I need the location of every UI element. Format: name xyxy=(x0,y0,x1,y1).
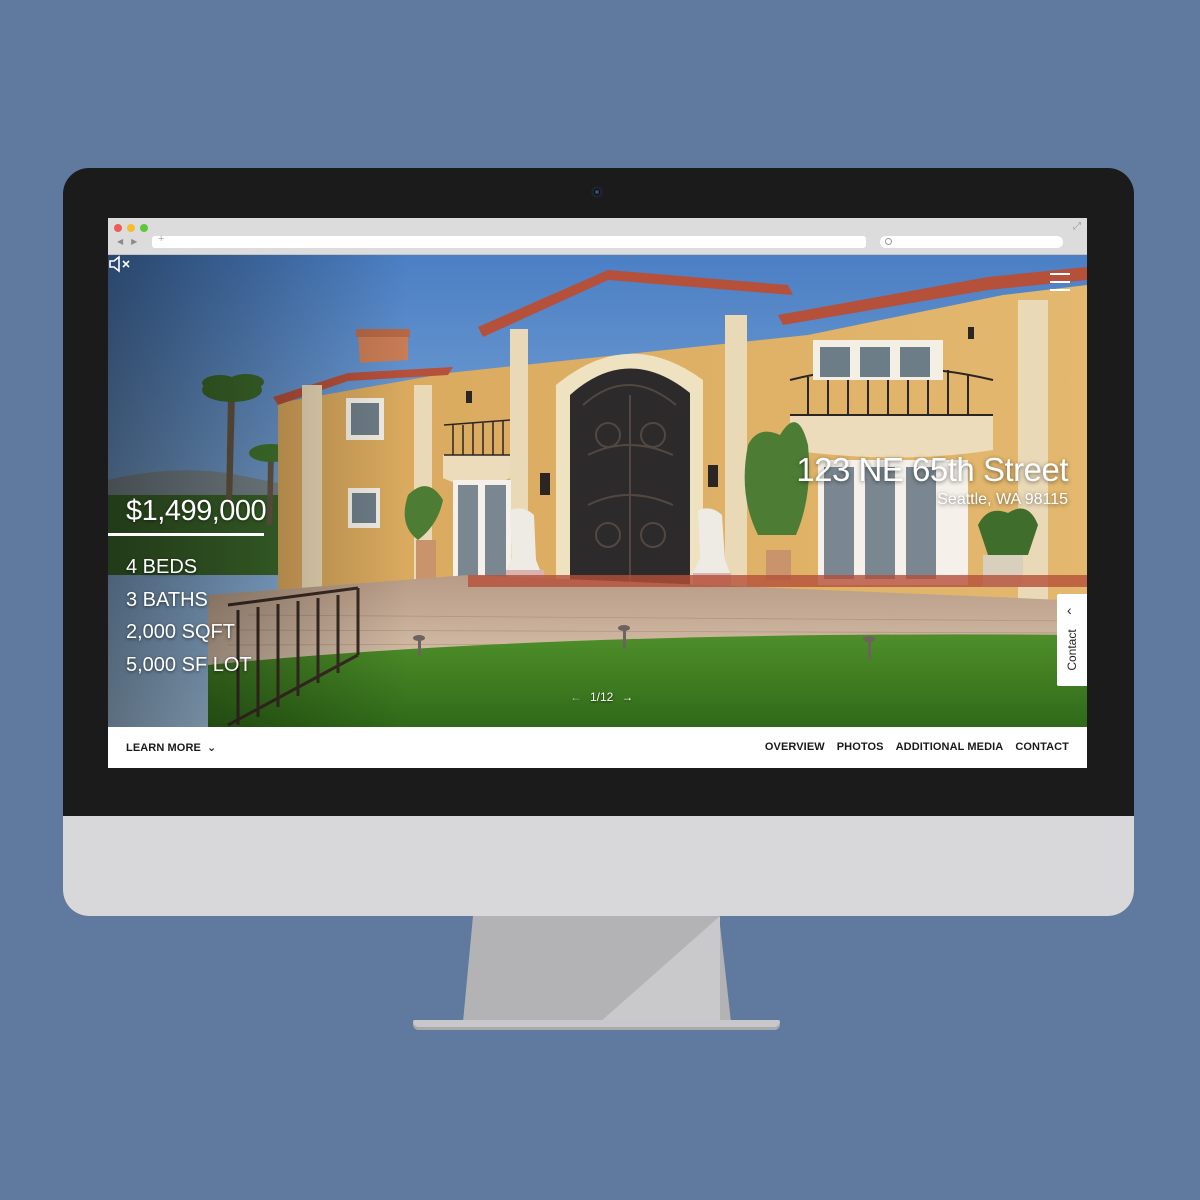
photo-counter-text: 1/12 xyxy=(590,690,614,704)
minimize-window-icon[interactable] xyxy=(127,224,135,232)
photo-counter: ← 1/12 → xyxy=(570,690,633,704)
browser-toolbar: ◀ ▶ + ⤢ xyxy=(108,218,1087,255)
spec-beds: 4 BEDS xyxy=(126,556,198,578)
browser-nav-arrows: ◀ ▶ xyxy=(117,237,149,249)
price-underline xyxy=(108,533,264,536)
monitor-base xyxy=(413,1020,780,1030)
browser-forward-icon[interactable]: ▶ xyxy=(131,237,137,249)
hero-photo[interactable]: $1,499,000 4 BEDS 3 BATHS 2,000 SQFT 5,0… xyxy=(108,255,1087,727)
listing-street: 123 NE 65th Street xyxy=(796,451,1068,488)
bottom-nav-bar: LEARN MORE ⌄ OVERVIEW PHOTOS ADDITIONAL … xyxy=(108,727,1087,768)
nav-links: OVERVIEW PHOTOS ADDITIONAL MEDIA CONTACT xyxy=(765,741,1069,753)
nav-link-contact[interactable]: CONTACT xyxy=(1015,741,1069,753)
chevron-left-icon: ‹ xyxy=(1067,602,1072,618)
url-bar[interactable]: + xyxy=(152,233,866,248)
browser-window: ◀ ▶ + ⤢ $1,499,000 4 BEDS 3 BATHS 2,000 … xyxy=(108,218,1087,768)
maximize-window-icon[interactable] xyxy=(140,224,148,232)
fullscreen-icon[interactable]: ⤢ xyxy=(1073,221,1081,232)
browser-search-bar[interactable] xyxy=(880,236,1063,248)
listing-price: $1,499,000 xyxy=(126,495,267,527)
learn-more-label: LEARN MORE xyxy=(126,741,201,754)
listing-specs: 4 BEDS 3 BATHS 2,000 SQFT 5,000 SF LOT xyxy=(126,551,252,681)
chevron-down-icon: ⌄ xyxy=(206,742,217,754)
search-icon xyxy=(885,238,892,245)
listing-address: 123 NE 65th Street Seattle, WA 98115 xyxy=(796,451,1068,509)
monitor-chin xyxy=(63,816,1134,916)
listing-city: Seattle, WA 98115 xyxy=(937,491,1068,508)
contact-tab-label: Contact xyxy=(1065,629,1079,671)
arrow-left-icon[interactable]: ← xyxy=(570,690,582,704)
spec-baths: 3 BATHS xyxy=(126,588,208,611)
hamburger-menu-icon[interactable] xyxy=(1050,273,1070,291)
close-window-icon[interactable] xyxy=(114,224,122,232)
spec-lot: 5,000 SF LOT xyxy=(126,653,252,676)
spec-sqft: 2,000 SQFT xyxy=(126,621,235,643)
new-tab-icon[interactable]: + xyxy=(158,233,164,245)
contact-tab[interactable]: ‹ Contact xyxy=(1057,594,1087,686)
camera-icon xyxy=(591,186,603,198)
browser-back-icon[interactable]: ◀ xyxy=(117,237,123,249)
nav-link-additional-media[interactable]: ADDITIONAL MEDIA xyxy=(896,741,1004,753)
learn-more-button[interactable]: LEARN MORE ⌄ xyxy=(126,741,217,755)
nav-link-photos[interactable]: PHOTOS xyxy=(837,741,884,753)
nav-link-overview[interactable]: OVERVIEW xyxy=(765,741,825,753)
arrow-right-icon[interactable]: → xyxy=(621,690,633,704)
speaker-muted-icon[interactable] xyxy=(108,255,132,273)
